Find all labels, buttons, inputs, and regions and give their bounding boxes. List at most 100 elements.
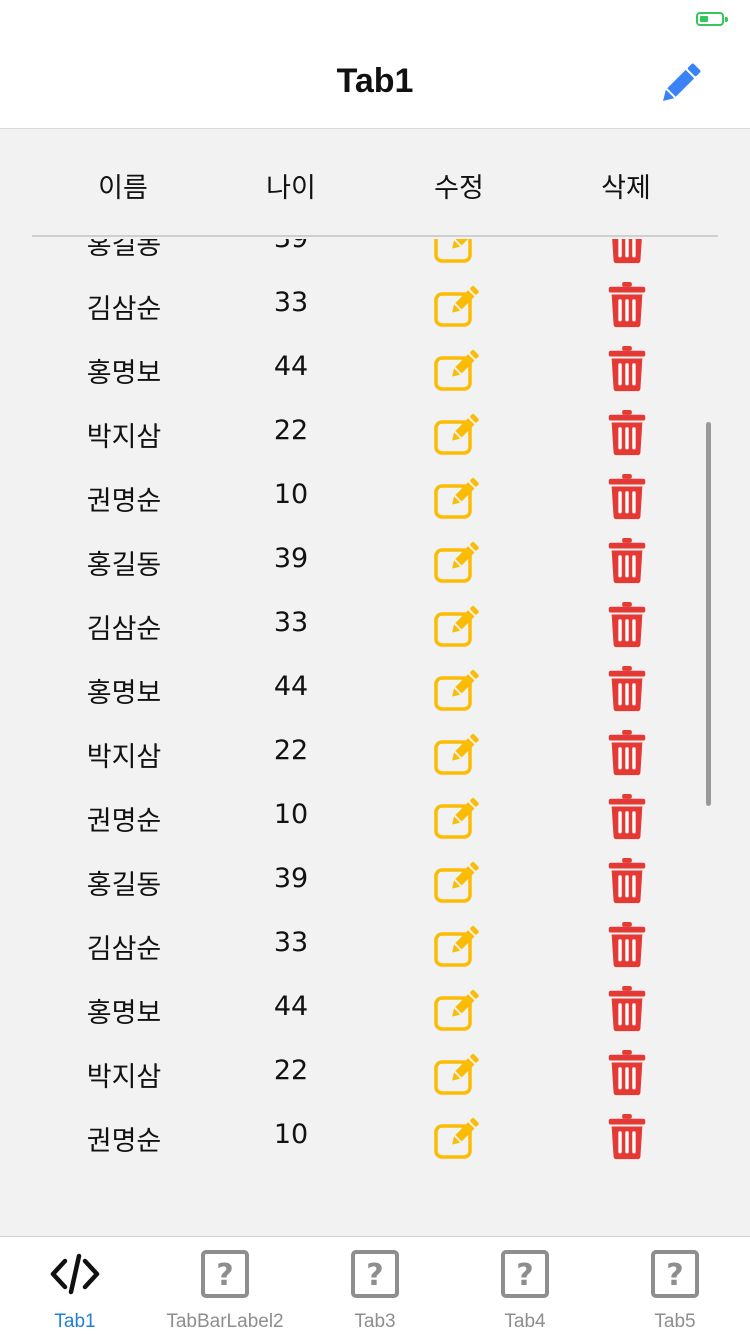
row-name: 김삼순 xyxy=(86,614,162,645)
row-age: 22 xyxy=(273,1055,309,1086)
row-age: 10 xyxy=(273,479,309,510)
column-header-edit: 수정 xyxy=(434,173,484,204)
row-age: 10 xyxy=(273,1119,309,1150)
column-header-age: 나이 xyxy=(266,173,316,204)
trash-icon[interactable] xyxy=(607,793,647,841)
tab-tab1[interactable]: Tab1 xyxy=(0,1237,150,1334)
question-icon: ? xyxy=(501,1250,549,1298)
trash-icon[interactable] xyxy=(607,473,647,521)
trash-icon[interactable] xyxy=(607,665,647,713)
trash-icon[interactable] xyxy=(607,857,647,905)
table-row: 권명순 10 xyxy=(0,787,750,851)
edit-square-icon[interactable] xyxy=(433,282,485,328)
trash-icon[interactable] xyxy=(607,1113,647,1161)
row-age: 44 xyxy=(273,991,309,1022)
table-row: 박지삼 22 xyxy=(0,403,750,467)
row-age: 44 xyxy=(273,351,309,382)
question-icon: ? xyxy=(351,1250,399,1298)
row-age: 22 xyxy=(273,415,309,446)
trash-icon[interactable] xyxy=(607,729,647,777)
table-row: 홍명보 44 xyxy=(0,339,750,403)
row-age: 39 xyxy=(273,863,309,894)
trash-icon[interactable] xyxy=(607,1049,647,1097)
row-name: 박지삼 xyxy=(86,742,162,773)
table-row: 홍명보 44 xyxy=(0,659,750,723)
column-header-name: 이름 xyxy=(98,173,148,204)
pencil-icon[interactable] xyxy=(654,58,706,110)
battery-icon xyxy=(696,12,728,26)
column-header-delete: 삭제 xyxy=(601,173,651,204)
tab-tab5[interactable]: ? Tab5 xyxy=(600,1237,750,1334)
row-name: 권명순 xyxy=(86,486,162,517)
edit-square-icon[interactable] xyxy=(433,602,485,648)
row-name: 박지삼 xyxy=(86,422,162,453)
edit-square-icon[interactable] xyxy=(433,474,485,520)
row-name: 박지삼 xyxy=(86,1062,162,1093)
row-name: 김삼순 xyxy=(86,294,162,325)
trash-icon[interactable] xyxy=(607,601,647,649)
row-age: 33 xyxy=(273,927,309,958)
edit-square-icon[interactable] xyxy=(433,858,485,904)
row-name: 권명순 xyxy=(86,1126,162,1157)
tab-label: TabBarLabel2 xyxy=(166,1311,284,1332)
scrollbar[interactable] xyxy=(706,422,711,806)
table-row: 홍길동 39 xyxy=(0,239,750,275)
battery-tip xyxy=(725,17,728,22)
edit-square-icon[interactable] xyxy=(433,666,485,712)
trash-icon[interactable] xyxy=(607,921,647,969)
row-name: 김삼순 xyxy=(86,934,162,965)
table-row: 김삼순 33 xyxy=(0,275,750,339)
table-list[interactable]: 홍길동 39 김삼순 33 홍명보 44 xyxy=(0,239,750,1236)
question-icon: ? xyxy=(201,1250,249,1298)
svg-text:?: ? xyxy=(366,1258,383,1293)
table-row: 권명순 10 xyxy=(0,1107,750,1171)
edit-square-icon[interactable] xyxy=(433,346,485,392)
row-age: 33 xyxy=(273,607,309,638)
trash-icon[interactable] xyxy=(607,409,647,457)
battery-level xyxy=(700,16,708,22)
tab-label: Tab1 xyxy=(54,1311,96,1332)
row-name: 권명순 xyxy=(86,806,162,837)
navigation-bar: Tab1 xyxy=(0,40,750,129)
edit-square-icon[interactable] xyxy=(433,986,485,1032)
row-age: 33 xyxy=(273,287,309,318)
edit-square-icon[interactable] xyxy=(433,794,485,840)
row-name: 홍명보 xyxy=(86,358,162,389)
trash-icon[interactable] xyxy=(607,985,647,1033)
edit-square-icon[interactable] xyxy=(433,538,485,584)
tab-bar: Tab1 ? TabBarLabel2 ? Tab3 ? Tab4 ? Tab5 xyxy=(0,1236,750,1334)
edit-square-icon[interactable] xyxy=(433,410,485,456)
table-row: 박지삼 22 xyxy=(0,1043,750,1107)
svg-text:?: ? xyxy=(666,1258,683,1293)
code-icon xyxy=(50,1253,100,1295)
table-header: 이름 나이 수정 삭제 xyxy=(32,130,718,237)
tab-tabbarlabel2[interactable]: ? TabBarLabel2 xyxy=(150,1237,300,1334)
tab-label: Tab3 xyxy=(354,1311,396,1332)
edit-square-icon[interactable] xyxy=(433,922,485,968)
edit-square-icon[interactable] xyxy=(433,239,485,264)
table-row: 홍명보 44 xyxy=(0,979,750,1043)
row-age: 22 xyxy=(273,735,309,766)
edit-square-icon[interactable] xyxy=(433,1050,485,1096)
table-row: 홍길동 39 xyxy=(0,531,750,595)
tab-tab4[interactable]: ? Tab4 xyxy=(450,1237,600,1334)
table-row: 권명순 10 xyxy=(0,467,750,531)
edit-square-icon[interactable] xyxy=(433,1114,485,1160)
page-title: Tab1 xyxy=(336,62,414,100)
table-row: 박지삼 22 xyxy=(0,723,750,787)
table-row: 홍길동 39 xyxy=(0,851,750,915)
trash-icon[interactable] xyxy=(607,537,647,585)
table-row: 김삼순 33 xyxy=(0,595,750,659)
trash-icon[interactable] xyxy=(607,239,647,265)
row-age: 10 xyxy=(273,799,309,830)
status-bar xyxy=(0,0,750,40)
edit-square-icon[interactable] xyxy=(433,730,485,776)
trash-icon[interactable] xyxy=(607,281,647,329)
svg-text:?: ? xyxy=(516,1258,533,1293)
trash-icon[interactable] xyxy=(607,345,647,393)
row-age: 39 xyxy=(273,543,309,574)
row-name: 홍명보 xyxy=(86,998,162,1029)
row-age: 39 xyxy=(221,239,361,254)
tab-tab3[interactable]: ? Tab3 xyxy=(300,1237,450,1334)
row-name: 홍명보 xyxy=(86,678,162,709)
